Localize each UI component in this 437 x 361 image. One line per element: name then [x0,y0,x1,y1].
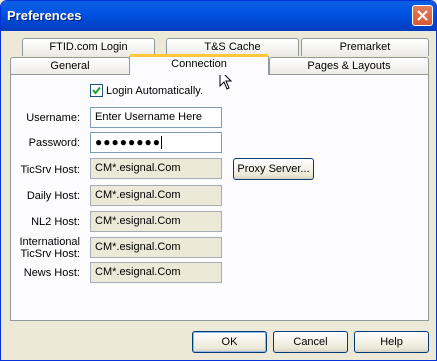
nl2-host-input[interactable]: CM*.esignal.Com [90,211,222,232]
tab-label: T&S Cache [204,41,261,53]
intl-ticsrv-host-input[interactable]: CM*.esignal.Com [90,237,222,258]
cancel-button[interactable]: Cancel [273,331,348,353]
tab-label: Premarket [339,41,391,53]
proxy-server-button[interactable]: Proxy Server... [233,158,314,180]
password-input[interactable]: ●●●●●●●● [90,132,222,153]
daily-host-input[interactable]: CM*.esignal.Com [90,185,222,206]
login-auto-label: Login Automatically. [106,85,204,97]
password-label: Password: [28,137,80,149]
nl2-host-label: NL2 Host: [31,216,80,228]
tab-pages-layouts[interactable]: Pages & Layouts [269,57,429,75]
news-host-input[interactable]: CM*.esignal.Com [90,262,222,283]
username-input[interactable]: Enter Username Here [90,107,222,128]
close-icon [417,10,428,21]
username-label: Username: [26,112,80,124]
ticsrv-host-input[interactable]: CM*.esignal.Com [90,158,222,179]
window-title: Preferences [7,8,82,23]
tab-label: Pages & Layouts [307,60,391,72]
title-bar[interactable]: Preferences [1,1,436,31]
close-button[interactable] [412,5,433,26]
text-cursor [160,136,162,150]
checkmark-icon [92,86,101,95]
intl-ticsrv-host-label-line1: International [19,236,80,248]
tab-label: General [50,60,90,72]
intl-ticsrv-host-label-line2: TicSrv Host: [20,248,81,260]
ticsrv-host-label: TicSrv Host: [20,164,81,176]
password-value: ●●●●●●●● [95,135,161,149]
tab-label: Connection [171,58,227,70]
preferences-window: Preferences FTID.com Login T&S Cache Pre… [0,0,437,361]
tab-label: FTID.com Login [49,41,128,53]
tab-general[interactable]: General [10,57,130,75]
help-button[interactable]: Help [354,331,429,353]
login-auto-checkbox[interactable] [90,84,103,97]
ok-button[interactable]: OK [192,331,267,353]
daily-host-label: Daily Host: [26,190,80,202]
news-host-label: News Host: [23,267,80,279]
tab-premarket[interactable]: Premarket [301,38,429,56]
tab-connection[interactable]: Connection [129,54,269,75]
